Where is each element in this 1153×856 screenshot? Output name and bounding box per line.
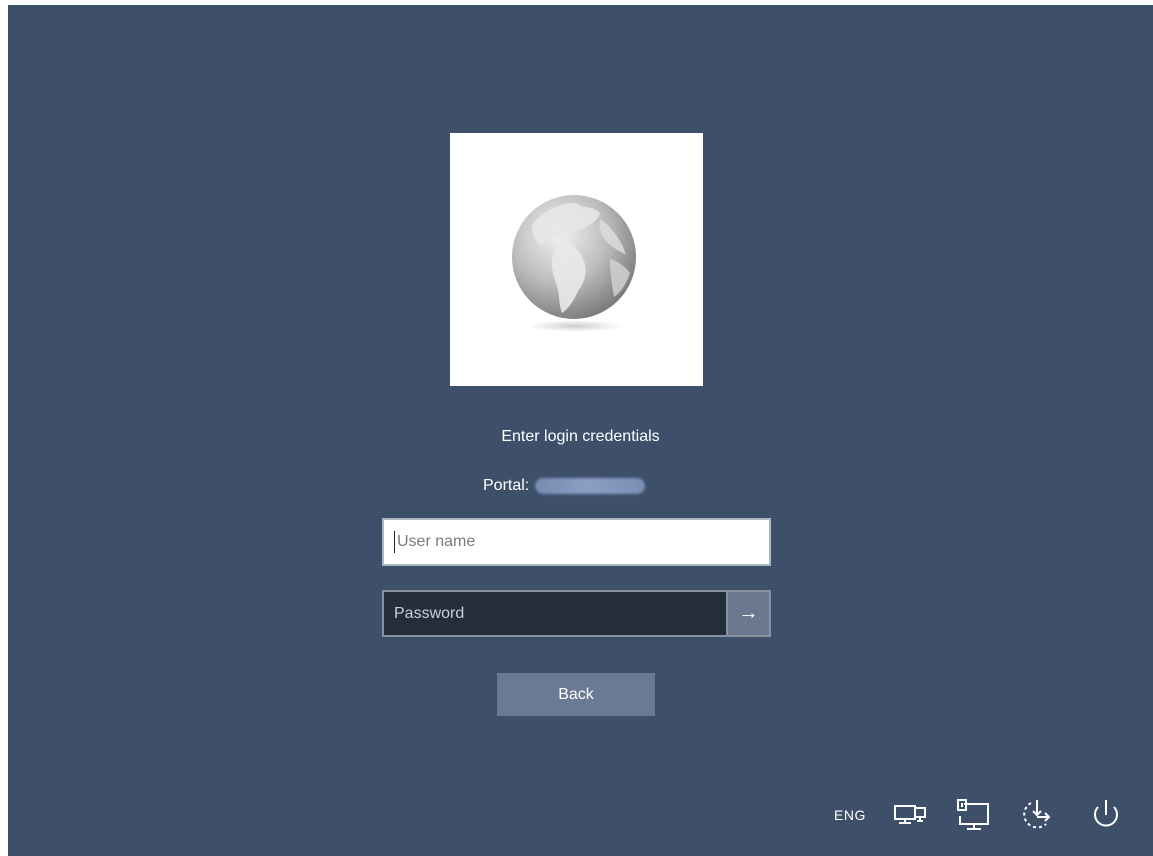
remote-desktop-icon[interactable] bbox=[952, 795, 992, 835]
login-prompt: Enter login credentials bbox=[501, 428, 660, 445]
portal-label: Portal: bbox=[483, 477, 530, 494]
portal-value-redacted bbox=[535, 478, 646, 494]
text-caret bbox=[394, 531, 395, 553]
language-indicator[interactable]: ENG bbox=[834, 795, 866, 835]
username-field[interactable]: User name bbox=[382, 518, 771, 566]
network-icon[interactable] bbox=[890, 795, 930, 835]
username-placeholder: User name bbox=[397, 533, 476, 550]
back-button[interactable]: Back bbox=[497, 673, 655, 716]
password-field[interactable]: Password → bbox=[382, 590, 771, 637]
globe-icon bbox=[512, 195, 636, 332]
ease-of-access-icon[interactable] bbox=[1017, 795, 1057, 835]
power-icon[interactable] bbox=[1086, 795, 1126, 835]
submit-arrow-button[interactable]: → bbox=[726, 592, 769, 635]
password-placeholder: Password bbox=[394, 604, 465, 622]
user-tile bbox=[450, 133, 703, 386]
portal-row: Portal: bbox=[483, 477, 646, 495]
login-screen: Enter login credentials Portal: User nam… bbox=[8, 5, 1153, 856]
